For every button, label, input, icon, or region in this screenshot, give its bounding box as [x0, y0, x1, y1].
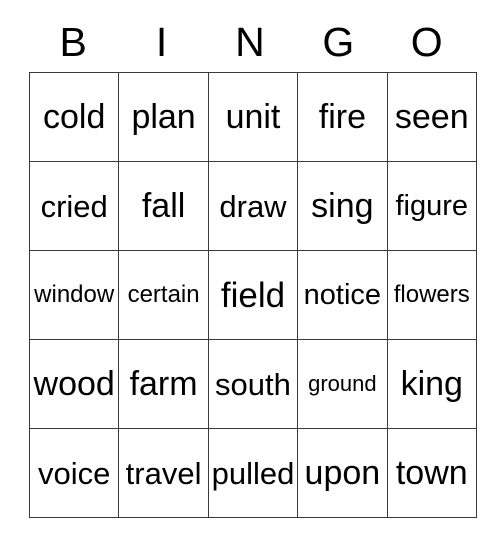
bingo-cell[interactable]: voice: [28, 428, 120, 518]
bingo-row: wood farm south ground king: [28, 339, 477, 429]
bingo-cell[interactable]: notice: [297, 250, 388, 340]
bingo-row: cried fall draw sing figure: [28, 161, 477, 251]
bingo-cell-word: field: [220, 275, 286, 315]
bingo-cell-word: upon: [304, 454, 381, 492]
bingo-row: cold plan unit fire seen: [28, 72, 477, 162]
bingo-cell[interactable]: unit: [207, 72, 299, 162]
bingo-header-row: B I N G O: [29, 12, 471, 72]
bingo-cell-word: ground: [308, 371, 377, 396]
bingo-cell[interactable]: ground: [297, 339, 388, 429]
bingo-cell[interactable]: wood: [28, 339, 120, 429]
bingo-cell[interactable]: fire: [297, 72, 388, 162]
bingo-cell-word: town: [395, 454, 468, 492]
bingo-cell-word: figure: [395, 189, 469, 222]
bingo-cell[interactable]: flowers: [386, 250, 477, 340]
bingo-row: window certain field notice flowers: [28, 250, 477, 340]
bingo-cell[interactable]: certain: [118, 250, 209, 340]
bingo-cell[interactable]: cold: [28, 72, 120, 162]
bingo-cell[interactable]: king: [386, 339, 477, 429]
bingo-cell-word: voice: [38, 455, 111, 491]
bingo-cell[interactable]: south: [207, 339, 299, 429]
bingo-cell-word: certain: [127, 281, 200, 308]
bingo-cell[interactable]: window: [28, 250, 120, 340]
bingo-header-letter-b: B: [59, 18, 87, 65]
bingo-cell-word: unit: [225, 98, 281, 136]
bingo-card: B I N G O cold plan unit fire seen cried…: [28, 12, 477, 518]
bingo-cell[interactable]: draw: [207, 161, 299, 251]
bingo-cell[interactable]: travel: [118, 428, 209, 518]
bingo-header-letter-n: N: [235, 18, 265, 65]
bingo-cell-word: sing: [311, 187, 374, 225]
bingo-cell-word: window: [34, 281, 115, 308]
bingo-cell-word: fire: [318, 98, 366, 136]
bingo-cell[interactable]: figure: [386, 161, 477, 251]
bingo-cell-word: flowers: [393, 281, 470, 308]
bingo-cell[interactable]: farm: [118, 339, 209, 429]
bingo-cell-word: south: [215, 366, 291, 402]
bingo-cell-word: farm: [129, 365, 198, 403]
bingo-cell[interactable]: plan: [118, 72, 209, 162]
bingo-cell-word: king: [400, 365, 463, 403]
bingo-cell-word: cried: [40, 188, 108, 224]
bingo-cell-word: draw: [219, 188, 287, 224]
bingo-header-letter-o: O: [410, 18, 443, 65]
bingo-header-letter-g: G: [322, 18, 355, 65]
bingo-cell[interactable]: pulled: [207, 428, 299, 518]
bingo-cell[interactable]: field: [207, 250, 299, 340]
bingo-cell[interactable]: upon: [297, 428, 388, 518]
bingo-header-letter-i: I: [155, 18, 168, 65]
bingo-grid: cold plan unit fire seen cried fall draw…: [28, 72, 477, 518]
bingo-cell-word: plan: [131, 98, 196, 136]
bingo-cell-word: wood: [33, 365, 115, 403]
bingo-cell-word: seen: [394, 98, 469, 136]
bingo-cell-word: fall: [141, 187, 186, 225]
bingo-cell[interactable]: sing: [297, 161, 388, 251]
bingo-cell[interactable]: fall: [118, 161, 209, 251]
bingo-cell-word: pulled: [211, 455, 295, 491]
bingo-cell[interactable]: seen: [386, 72, 477, 162]
bingo-cell[interactable]: cried: [28, 161, 120, 251]
bingo-cell-word: cold: [43, 98, 106, 136]
bingo-row: voice travel pulled upon town: [28, 428, 477, 518]
bingo-cell-word: notice: [303, 278, 382, 311]
bingo-cell[interactable]: town: [386, 428, 477, 518]
bingo-cell-word: travel: [125, 455, 202, 491]
